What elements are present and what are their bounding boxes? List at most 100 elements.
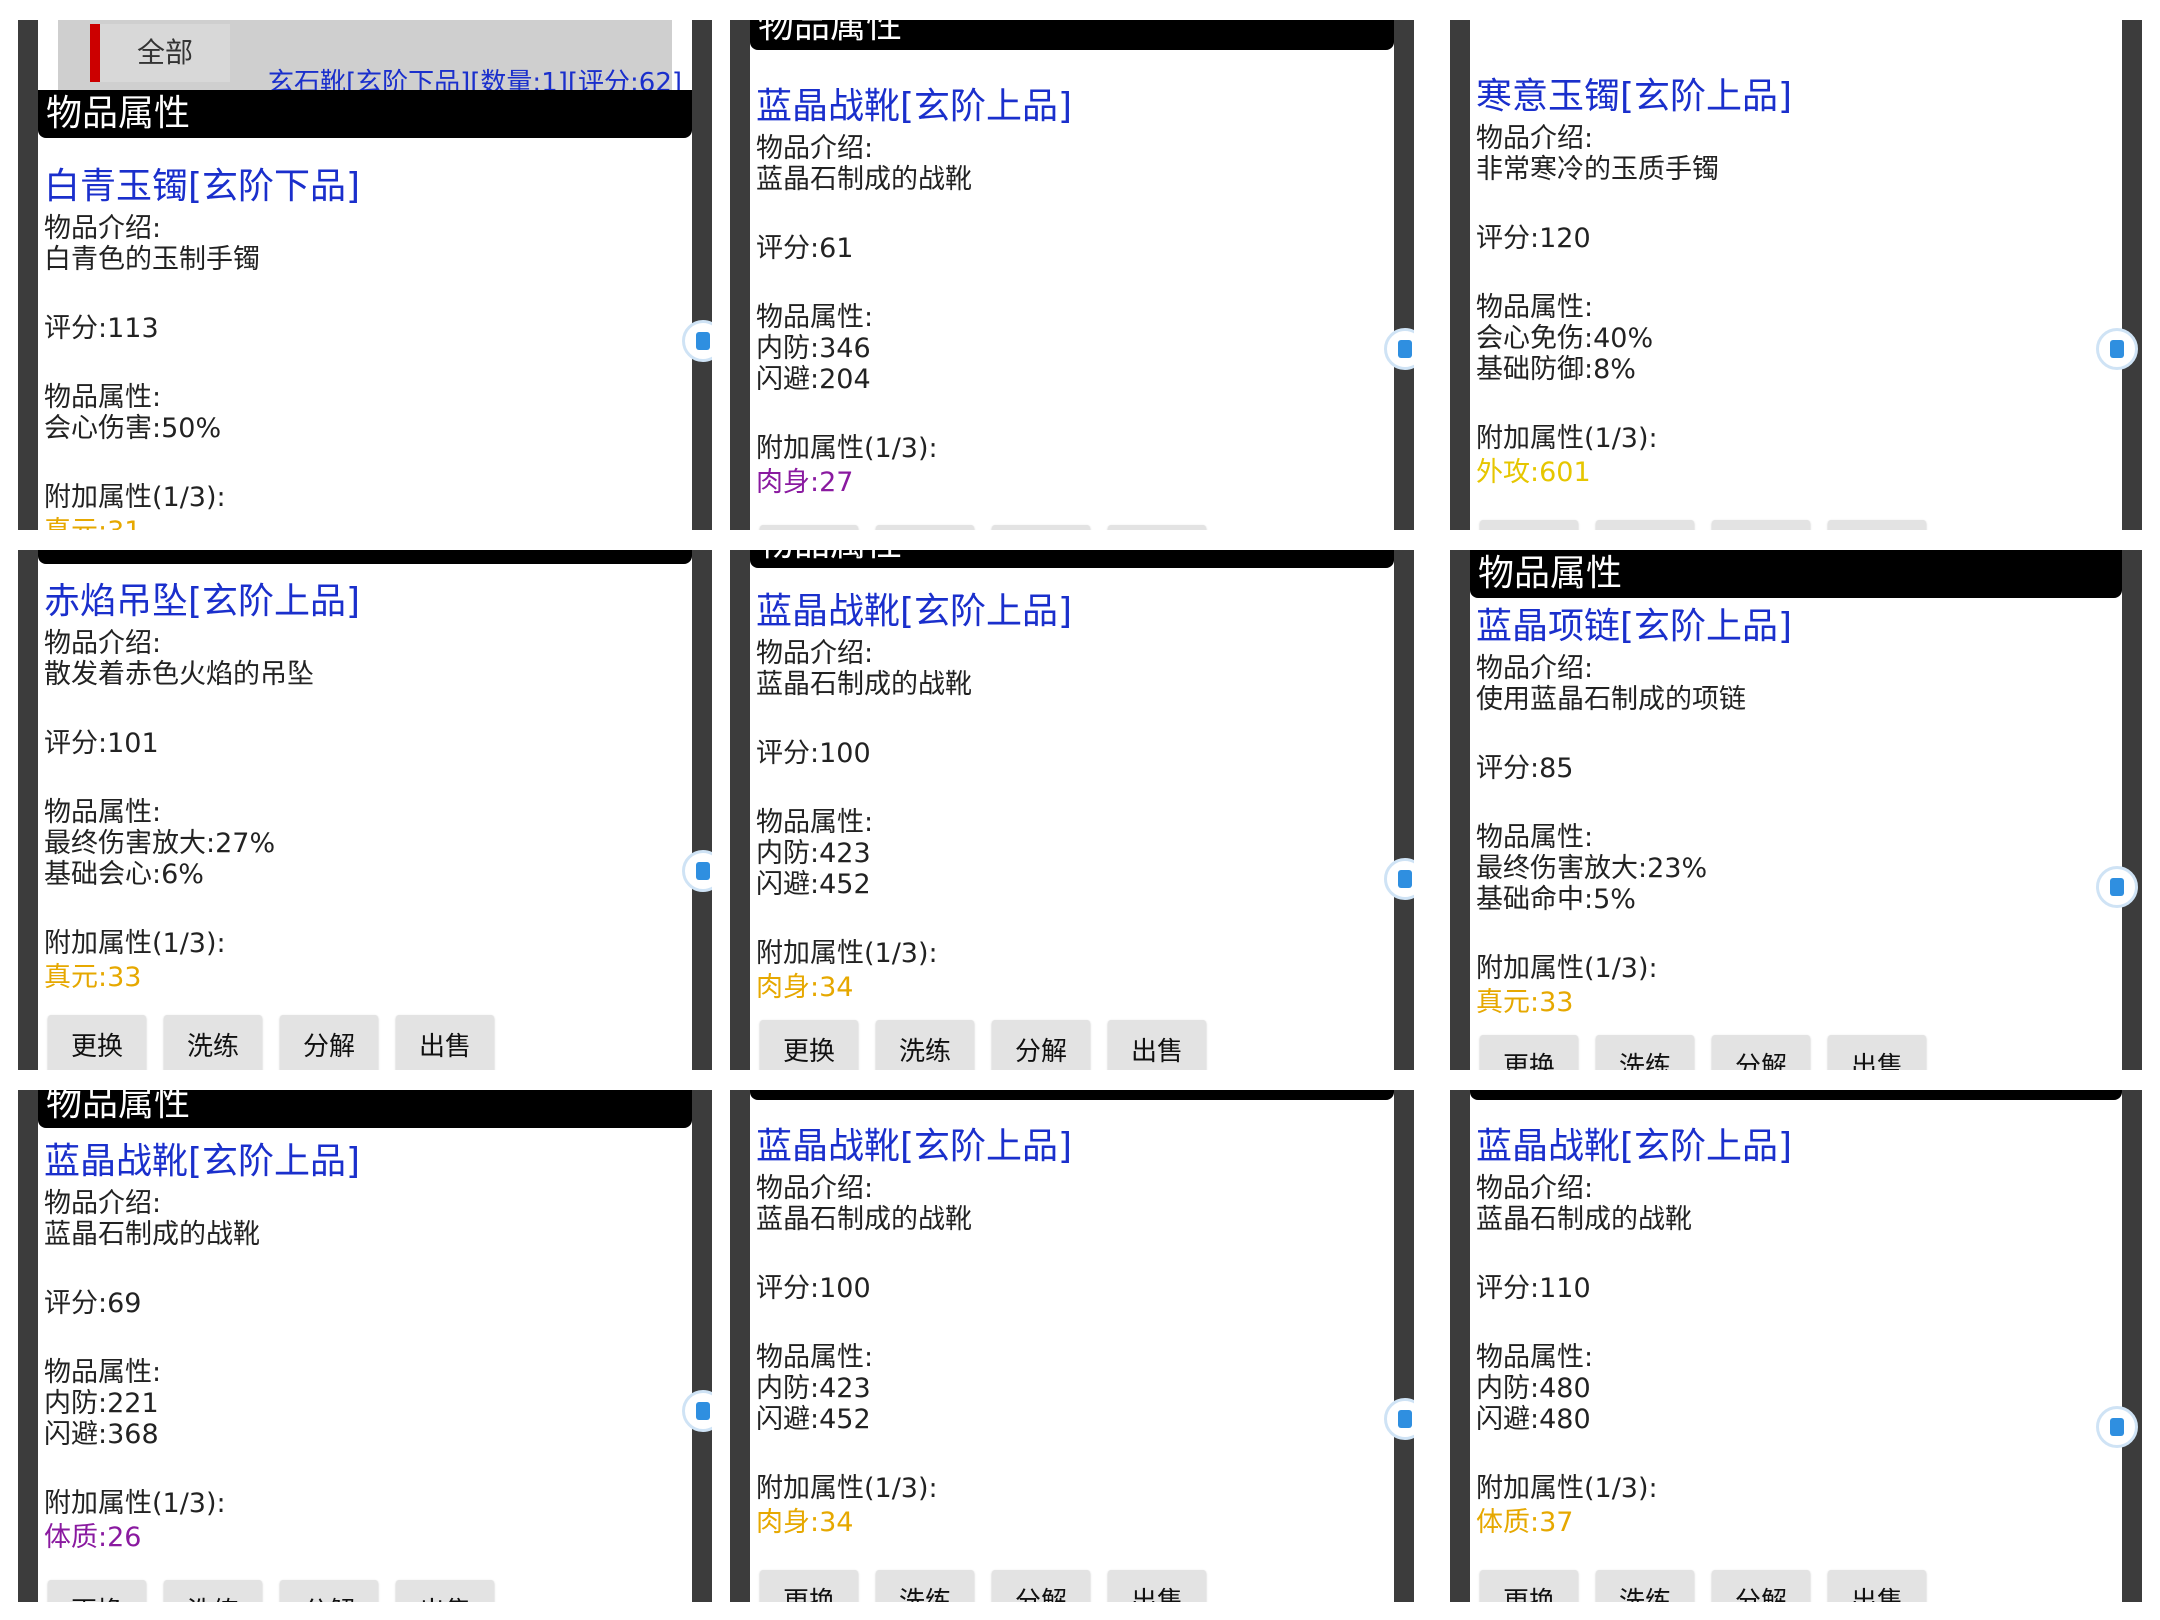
attr-label: 物品属性: [44, 1357, 162, 1388]
item-attribute: 会心免伤:40% [1476, 323, 1654, 354]
item-panel: 物品属性 蓝晶战靴[玄阶上品] 物品介绍: 蓝晶石制成的战靴 评分:69 物品属性: 内防:… [18, 1090, 712, 1602]
item-panel: 赤焰吊坠[玄阶上品] 物品介绍: 散发着赤色火焰的吊坠 评分:101 物品属性: 最终伤害… [18, 550, 712, 1070]
intro-label: 物品介绍: [1476, 123, 1594, 154]
item-name: 蓝晶战靴[玄阶上品] [756, 1126, 1073, 1167]
replace-button[interactable]: 更换 [760, 525, 858, 530]
refine-button[interactable]: 洗练 [876, 1020, 974, 1070]
item-name: 蓝晶战靴[玄阶上品] [756, 591, 1073, 632]
item-details: 白青玉镯[玄阶下品] 物品介绍: 白青色的玉制手镯 评分:113 物品属性: 会心伤害:5… [44, 165, 686, 530]
item-details: 蓝晶战靴[玄阶上品] 物品介绍: 蓝晶石制成的战靴 评分:110 物品属性: 内防:480… [1476, 1125, 2116, 1542]
extra-label: 附加属性(1/3): [756, 1473, 938, 1504]
item-description: 使用蓝晶石制成的项链 [1476, 684, 1746, 715]
intro-label: 物品介绍: [1476, 1173, 1594, 1204]
floating-ball-icon[interactable] [2096, 866, 2138, 908]
intro-label: 物品介绍: [44, 213, 162, 244]
refine-button[interactable]: 洗练 [1596, 1570, 1694, 1602]
replace-button[interactable]: 更换 [48, 1015, 146, 1070]
panel-title: 物品属性 [38, 1090, 692, 1128]
item-attribute: 内防:423 [756, 838, 871, 869]
replace-button[interactable]: 更换 [1480, 520, 1578, 530]
refine-button[interactable]: 洗练 [1596, 1035, 1694, 1070]
extra-attribute: 真元:33 [1476, 987, 1574, 1018]
dismantle-button[interactable]: 分解 [992, 525, 1090, 530]
extra-label: 附加属性(1/3): [44, 482, 226, 513]
attr-label: 物品属性: [756, 1342, 874, 1373]
item-attribute: 最终伤害放大:27% [44, 828, 276, 859]
floating-ball-icon[interactable] [2096, 1406, 2138, 1448]
attr-label: 物品属性: [1476, 1342, 1594, 1373]
item-description: 蓝晶石制成的战靴 [756, 669, 972, 700]
item-description: 白青色的玉制手镯 [44, 244, 260, 275]
replace-button[interactable]: 更换 [48, 1580, 146, 1602]
refine-button[interactable]: 洗练 [1596, 520, 1694, 530]
panel-title: 物品属性 [750, 550, 1394, 568]
sell-button[interactable]: 出售 [1108, 525, 1206, 530]
sell-button[interactable]: 出售 [396, 1580, 494, 1602]
dismantle-button[interactable]: 分解 [280, 1015, 378, 1070]
dismantle-button[interactable]: 分解 [992, 1570, 1090, 1602]
panel-body: 寒意玉镯[玄阶上品] 物品介绍: 非常寒冷的玉质手镯 评分:120 物品属性: 会心免伤:… [1470, 20, 2122, 530]
extra-label: 附加属性(1/3): [1476, 1473, 1658, 1504]
intro-label: 物品介绍: [756, 133, 874, 164]
sell-button[interactable]: 出售 [1828, 1035, 1926, 1070]
item-panel: 寒意玉镯[玄阶上品] 物品介绍: 非常寒冷的玉质手镯 评分:120 物品属性: 会心免伤:… [1450, 20, 2142, 530]
dismantle-button[interactable]: 分解 [1712, 1035, 1810, 1070]
refine-button[interactable]: 洗练 [876, 1570, 974, 1602]
item-attribute: 内防:480 [1476, 1373, 1591, 1404]
background-header: 全部 玄石靴[玄阶下品][数量:1][评分:62] [58, 20, 682, 98]
dismantle-button[interactable]: 分解 [280, 1580, 378, 1602]
intro-label: 物品介绍: [1476, 653, 1594, 684]
extra-attribute: 外攻:601 [1476, 457, 1591, 488]
dismantle-button[interactable]: 分解 [1712, 520, 1810, 530]
extra-attribute: 体质:37 [1476, 1507, 1574, 1538]
item-description: 蓝晶石制成的战靴 [756, 164, 972, 195]
refine-button[interactable]: 洗练 [164, 1015, 262, 1070]
sell-button[interactable]: 出售 [1828, 520, 1926, 530]
action-buttons: 更换 洗练 分解 出售 [760, 525, 1206, 530]
extra-label: 附加属性(1/3): [44, 1488, 226, 1519]
replace-button[interactable]: 更换 [760, 1020, 858, 1070]
sell-button[interactable]: 出售 [1108, 1570, 1206, 1602]
intro-label: 物品介绍: [756, 638, 874, 669]
floating-ball-icon[interactable] [2096, 328, 2138, 370]
action-buttons: 更换洗练分解出售 [760, 1020, 1206, 1070]
item-attribute: 闪避:368 [44, 1419, 159, 1450]
extra-attribute: 体质:26 [44, 1522, 142, 1553]
action-buttons: 更换洗练分解出售 [760, 1570, 1206, 1602]
tab-all[interactable]: 全部 [90, 24, 230, 82]
sell-button[interactable]: 出售 [396, 1015, 494, 1070]
refine-button[interactable]: 洗练 [164, 1580, 262, 1602]
attr-label: 物品属性: [1476, 292, 1594, 323]
replace-button[interactable]: 更换 [1480, 1035, 1578, 1070]
dismantle-button[interactable]: 分解 [992, 1020, 1090, 1070]
item-name: 蓝晶战靴[玄阶上品] [44, 1141, 361, 1182]
item-score: 评分:100 [756, 1273, 871, 1304]
panel-body: 物品属性 蓝晶战靴[玄阶上品] 物品介绍: 蓝晶石制成的战靴 评分:69 物品属性: 内防:… [38, 1090, 692, 1602]
extra-attribute: 肉身:27 [756, 467, 854, 498]
intro-label: 物品介绍: [756, 1173, 874, 1204]
attr-label: 物品属性: [44, 797, 162, 828]
item-panel: 全部 玄石靴[玄阶下品][数量:1][评分:62] 物品属性 白青玉镯[玄阶下品] 物品… [18, 20, 712, 530]
sell-button[interactable]: 出售 [1108, 1020, 1206, 1070]
dismantle-button[interactable]: 分解 [1712, 1570, 1810, 1602]
item-details: 蓝晶战靴[玄阶上品] 物品介绍: 蓝晶石制成的战靴 评分:100 物品属性: 内防:423… [756, 590, 1388, 1007]
sell-button[interactable]: 出售 [1828, 1570, 1926, 1602]
item-attribute: 闪避:452 [756, 869, 871, 900]
replace-button[interactable]: 更换 [760, 1570, 858, 1602]
refine-button[interactable]: 洗练 [876, 525, 974, 530]
item-attribute: 闪避:452 [756, 1404, 871, 1435]
item-attribute: 内防:423 [756, 1373, 871, 1404]
replace-button[interactable]: 更换 [1480, 1570, 1578, 1602]
